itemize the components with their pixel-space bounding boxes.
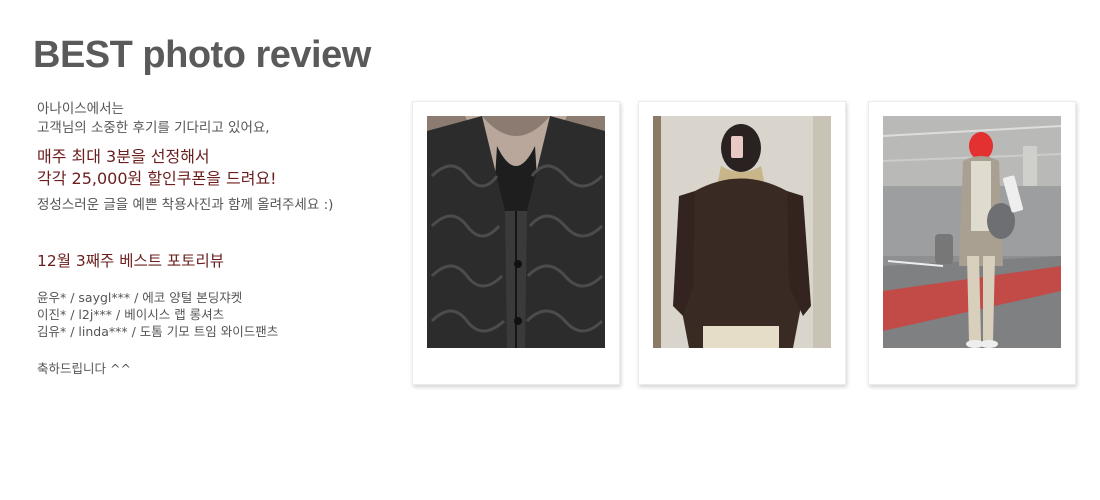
weekly-best-title: 12월 3째주 베스트 포토리뷰	[37, 252, 224, 270]
highlight-line-1: 매주 최대 3분을 선정해서	[37, 147, 210, 166]
page-title: BEST photo review	[33, 34, 371, 76]
winners-list: 윤우* / saygl*** / 에코 양털 본딩쟈켓 이진* / l2j***…	[37, 289, 397, 340]
winner-item: 윤우* / saygl*** / 에코 양털 본딩쟈켓	[37, 290, 243, 305]
congrats-text: 축하드립니다 ^^	[37, 361, 131, 376]
parking-garage-outfit-photo[interactable]	[883, 116, 1061, 348]
quilted-jacket-photo[interactable]	[427, 116, 605, 348]
mirror-selfie-shirt-photo[interactable]	[653, 116, 831, 348]
review-photo-card-1[interactable]	[412, 101, 620, 385]
review-photo-card-3[interactable]	[868, 101, 1076, 385]
review-photo-card-2[interactable]	[638, 101, 846, 385]
coupon-highlight: 매주 최대 3분을 선정해서 각각 25,000원 할인쿠폰을 드려요!	[37, 146, 397, 190]
highlight-line-2: 각각 25,000원 할인쿠폰을 드려요!	[37, 169, 277, 188]
intro-text: 아나이스에서는 고객님의 소중한 후기를 기다리고 있어요,	[37, 100, 397, 138]
winner-item: 이진* / l2j*** / 베이시스 랩 롱셔츠	[37, 307, 225, 322]
winner-item: 김유* / linda*** / 도톰 기모 트임 와이드팬츠	[37, 324, 279, 339]
upload-note: 정성스러운 글을 예쁜 착용사진과 함께 올려주세요 :)	[37, 197, 334, 213]
intro-line-1: 아나이스에서는	[37, 101, 124, 117]
review-info-panel: 아나이스에서는 고객님의 소중한 후기를 기다리고 있어요, 매주 최대 3분을…	[37, 100, 397, 377]
intro-line-2: 고객님의 소중한 후기를 기다리고 있어요,	[37, 120, 270, 136]
